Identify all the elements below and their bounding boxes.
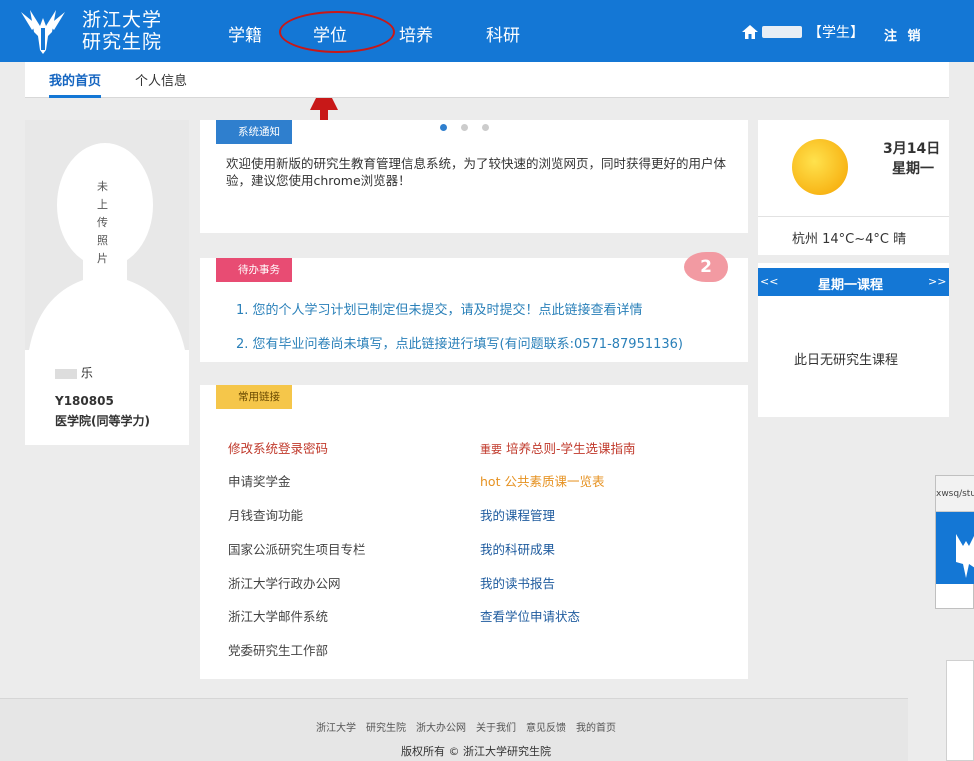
- sub-navigation: 我的首页 个人信息: [25, 62, 949, 98]
- home-icon[interactable]: [742, 25, 758, 39]
- profile-photo-placeholder: 未 上 传 照 片: [25, 120, 189, 350]
- link-zju-office[interactable]: 浙江大学行政办公网: [228, 573, 341, 592]
- background-window-fragment-lower: [946, 660, 974, 761]
- tab-personal-info[interactable]: 个人信息: [135, 70, 187, 89]
- link-quality-courses[interactable]: hot 公共素质课一览表: [480, 471, 604, 490]
- carousel-dot[interactable]: [461, 124, 468, 131]
- university-logo-icon: [956, 534, 974, 578]
- top-navigation-bar: 浙江大学 研究生院 学籍 学位 培养 科研 【学生】 注 销: [0, 0, 974, 62]
- footer-link-graduate-school[interactable]: 研究生院: [366, 719, 406, 734]
- background-window-url: xwsq/stu_degre: [936, 476, 974, 512]
- footer-link-feedback[interactable]: 意见反馈: [526, 719, 566, 734]
- footer-link-zju[interactable]: 浙江大学: [316, 719, 356, 734]
- link-course-guide[interactable]: 重要 培养总则-学生选课指南: [480, 438, 636, 457]
- nav-item-research[interactable]: 科研: [486, 21, 520, 46]
- user-name-redacted: [762, 26, 802, 38]
- annotation-circle: [279, 11, 395, 53]
- link-overseas-program[interactable]: 国家公派研究生项目专栏: [228, 539, 366, 558]
- link-apply-scholarship[interactable]: 申请奖学金: [228, 471, 291, 490]
- course-day-title: 星期一课程: [818, 278, 884, 293]
- previous-day-button[interactable]: <<: [760, 275, 778, 288]
- placeholder-char: 片: [97, 252, 108, 265]
- system-notice-panel: 系统通知 欢迎使用新版的研究生教育管理信息系统，为了较快速的浏览网页，同时获得更…: [200, 120, 748, 233]
- footer-link-office-net[interactable]: 浙大办公网: [416, 719, 466, 734]
- background-window-fragment[interactable]: xwsq/stu_degre: [935, 475, 974, 609]
- placeholder-char: 未: [97, 180, 108, 193]
- course-widget: << 星期一课程 >> 此日无研究生课程: [758, 263, 949, 417]
- important-tag: 重要: [480, 443, 502, 456]
- copyright-text: 版权所有 © 浙江大学研究生院: [401, 745, 551, 758]
- tab-my-home[interactable]: 我的首页: [49, 70, 102, 98]
- logout-button[interactable]: 注 销: [884, 25, 924, 44]
- carousel-dots: [440, 124, 489, 131]
- weather-weekday: 星期一: [892, 161, 934, 177]
- link-degree-status[interactable]: 查看学位申请状态: [480, 606, 580, 625]
- footer-links: 浙江大学 研究生院 浙大办公网 关于我们 意见反馈 我的首页: [316, 719, 616, 734]
- placeholder-char: 照: [97, 234, 108, 247]
- student-name: 乐: [55, 364, 93, 381]
- system-notice-label: 系统通知: [216, 120, 292, 144]
- nav-item-training[interactable]: 培养: [399, 21, 433, 46]
- common-links-panel: 常用链接 修改系统登录密码 申请奖学金 月钱查询功能 国家公派研究生项目专栏 浙…: [200, 385, 748, 679]
- link-research-results[interactable]: 我的科研成果: [480, 539, 555, 558]
- todo-panel: 待办事务 2 1. 您的个人学习计划已制定但未提交，请及时提交！点此链接查看详情…: [200, 252, 748, 362]
- logo-text: 浙江大学 研究生院: [82, 9, 162, 53]
- link-party-dept[interactable]: 党委研究生工作部: [228, 640, 328, 659]
- university-logo-icon: [21, 10, 65, 54]
- todo-label: 待办事务: [216, 258, 292, 282]
- name-visible-part: 乐: [80, 366, 93, 380]
- footer: 浙江大学 研究生院 浙大办公网 关于我们 意见反馈 我的首页 版权所有 © 浙江…: [0, 698, 908, 761]
- name-redacted: [55, 368, 77, 379]
- link-quality-courses-text: 公共素质课一览表: [504, 474, 605, 489]
- logo-line-1: 浙江大学: [82, 9, 163, 31]
- profile-card: 未 上 传 照 片 乐 Y180805 医学院(同等学力): [25, 120, 189, 445]
- carousel-dot[interactable]: [482, 124, 489, 131]
- link-monthly-payment[interactable]: 月钱查询功能: [228, 505, 303, 524]
- next-day-button[interactable]: >>: [928, 275, 946, 288]
- footer-link-home[interactable]: 我的首页: [576, 719, 616, 734]
- logo-line-2: 研究生院: [82, 31, 163, 53]
- link-course-management[interactable]: 我的课程管理: [480, 505, 555, 524]
- placeholder-char: 上: [97, 198, 108, 211]
- weather-city-temperature: 杭州 14°C~4°C 晴: [792, 232, 907, 247]
- sun-icon: [792, 139, 848, 195]
- carousel-dot[interactable]: [440, 124, 447, 131]
- placeholder-char: 传: [97, 216, 108, 229]
- link-course-guide-text: 培养总则-学生选课指南: [505, 441, 636, 456]
- course-empty-message: 此日无研究生课程: [794, 353, 899, 368]
- background-window-header: [936, 512, 974, 584]
- hot-tag: hot: [480, 474, 501, 489]
- todo-item-graduation-survey[interactable]: 2. 您有毕业问卷尚未填写，点此链接进行填写(有问题联系:0571-879511…: [236, 333, 683, 352]
- weather-date: 3月14日: [883, 141, 941, 157]
- user-info: 【学生】: [742, 22, 864, 42]
- course-header: << 星期一课程 >>: [758, 268, 949, 296]
- common-links-label: 常用链接: [216, 385, 292, 409]
- photo-placeholder-text: 未 上 传 照 片: [97, 178, 111, 268]
- student-id: Y180805: [55, 394, 114, 408]
- user-role: 【学生】: [808, 25, 864, 41]
- link-reading-report[interactable]: 我的读书报告: [480, 573, 555, 592]
- nav-item-enrollment[interactable]: 学籍: [228, 21, 262, 46]
- divider: [758, 216, 949, 217]
- link-change-password[interactable]: 修改系统登录密码: [228, 438, 328, 457]
- link-zju-mail[interactable]: 浙江大学邮件系统: [228, 606, 328, 625]
- weather-widget: 3月14日 星期一 杭州 14°C~4°C 晴: [758, 120, 949, 255]
- system-notice-text: 欢迎使用新版的研究生教育管理信息系统，为了较快速的浏览网页，同时获得更好的用户体…: [226, 156, 727, 188]
- student-college: 医学院(同等学力): [55, 414, 150, 428]
- todo-count-badge: 2: [684, 252, 728, 282]
- footer-link-about[interactable]: 关于我们: [476, 719, 516, 734]
- todo-item-study-plan[interactable]: 1. 您的个人学习计划已制定但未提交，请及时提交！点此链接查看详情: [236, 299, 643, 318]
